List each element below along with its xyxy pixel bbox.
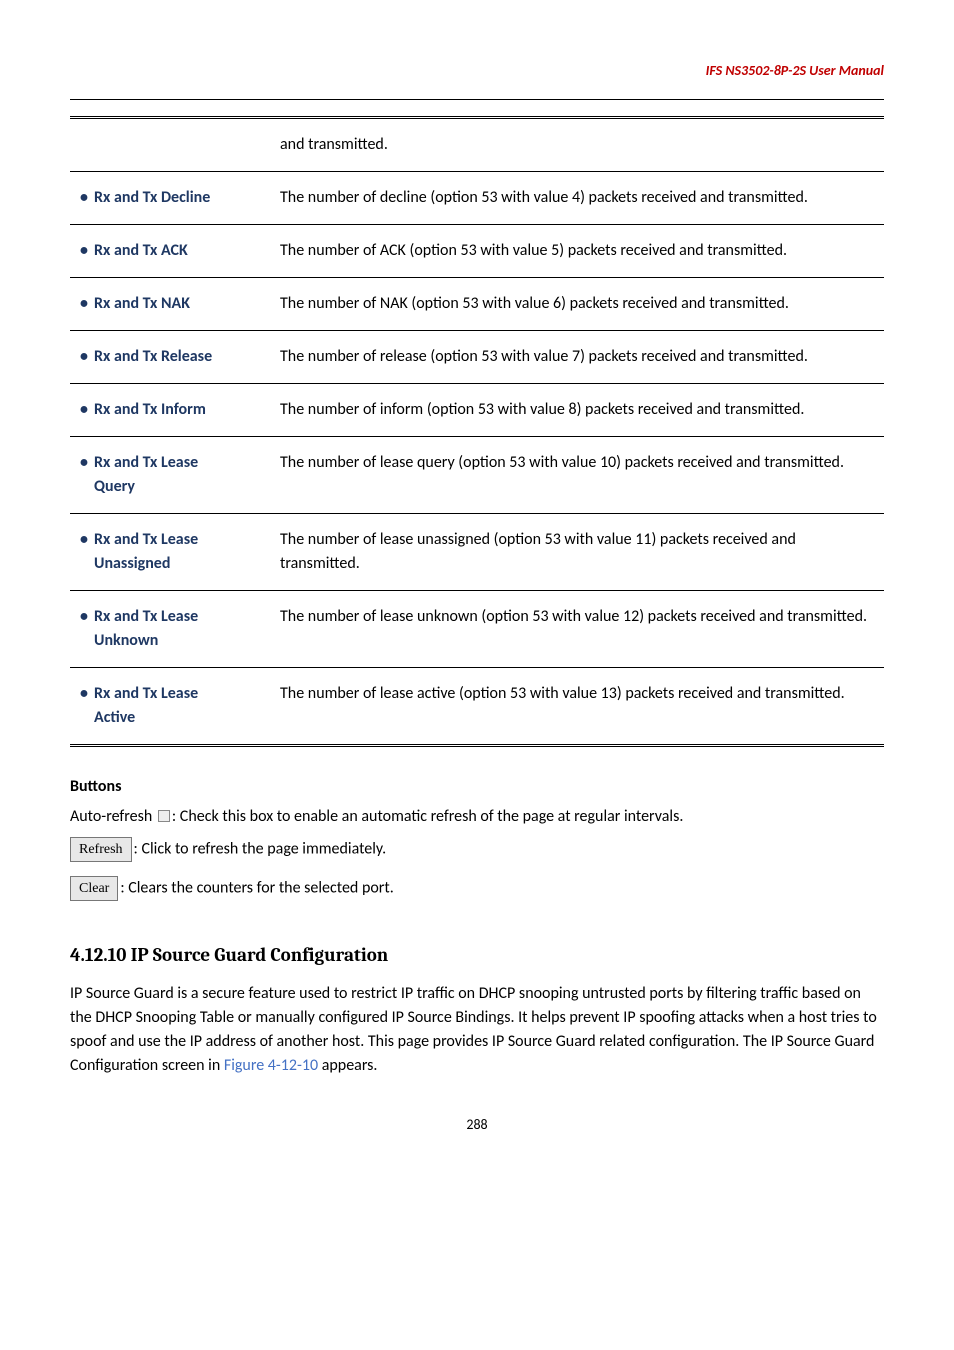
- param-label-line: Rx and Tx ACK: [94, 241, 188, 260]
- refresh-desc: : Click to refresh the page immediately.: [134, 839, 387, 858]
- param-label: •Rx and Tx LeaseQuery: [70, 437, 270, 514]
- refresh-line: Refresh: Click to refresh the page immed…: [70, 837, 884, 862]
- param-label: [70, 118, 270, 172]
- param-label: •Rx and Tx ACK: [70, 225, 270, 278]
- table-row: •Rx and Tx LeaseUnassigned The number of…: [70, 514, 884, 591]
- param-label: •Rx and Tx Decline: [70, 172, 270, 225]
- clear-desc: : Clears the counters for the selected p…: [120, 878, 393, 897]
- page-header: IFS NS3502-8P-2S User Manual: [70, 60, 884, 81]
- param-label: •Rx and Tx LeaseActive: [70, 668, 270, 746]
- table-row: •Rx and Tx Inform The number of inform (…: [70, 384, 884, 437]
- param-label: •Rx and Tx Release: [70, 331, 270, 384]
- param-label-line: Rx and Tx NAK: [94, 294, 190, 313]
- param-desc: The number of lease active (option 53 wi…: [270, 668, 884, 746]
- table-row: •Rx and Tx LeaseActive The number of lea…: [70, 668, 884, 746]
- param-label-line: Rx and Tx Lease: [94, 453, 198, 472]
- param-label: •Rx and Tx NAK: [70, 278, 270, 331]
- body-suffix: appears.: [318, 1056, 377, 1075]
- param-desc: The number of lease unknown (option 53 w…: [270, 591, 884, 668]
- param-label-line: Query: [80, 475, 260, 499]
- table-row: •Rx and Tx LeaseUnknown The number of le…: [70, 591, 884, 668]
- param-label: •Rx and Tx Inform: [70, 384, 270, 437]
- param-label-line: Rx and Tx Lease: [94, 607, 198, 626]
- param-label: •Rx and Tx LeaseUnassigned: [70, 514, 270, 591]
- refresh-button-img: Refresh: [70, 837, 132, 862]
- param-label: •Rx and Tx LeaseUnknown: [70, 591, 270, 668]
- param-desc: The number of lease unassigned (option 5…: [270, 514, 884, 591]
- buttons-section: Buttons Auto-refresh : Check this box to…: [70, 775, 884, 901]
- param-label-line: Unassigned: [80, 552, 260, 576]
- clear-line: Clear: Clears the counters for the selec…: [70, 876, 884, 901]
- clear-button-img: Clear: [70, 876, 118, 901]
- table-row: and transmitted.: [70, 118, 884, 172]
- param-label-line: Rx and Tx Decline: [94, 188, 210, 207]
- auto-refresh-suffix: : Check this box to enable an automatic …: [172, 807, 684, 826]
- param-label-line: Unknown: [80, 629, 260, 653]
- body-prefix: IP Source Guard is a secure feature used…: [70, 984, 877, 1075]
- table-row: •Rx and Tx Release The number of release…: [70, 331, 884, 384]
- buttons-heading: Buttons: [70, 775, 884, 799]
- param-desc: The number of release (option 53 with va…: [270, 331, 884, 384]
- param-label-line: Rx and Tx Lease: [94, 684, 198, 703]
- param-desc: The number of inform (option 53 with val…: [270, 384, 884, 437]
- table-row: •Rx and Tx LeaseQuery The number of leas…: [70, 437, 884, 514]
- param-desc: The number of lease query (option 53 wit…: [270, 437, 884, 514]
- table-row: •Rx and Tx NAK The number of NAK (option…: [70, 278, 884, 331]
- param-label-line: Rx and Tx Inform: [94, 400, 206, 419]
- param-label-line: Active: [80, 706, 260, 730]
- subsection-heading: 4.12.10 IP Source Guard Configuration: [70, 941, 884, 970]
- subsection-body: IP Source Guard is a secure feature used…: [70, 982, 884, 1078]
- param-desc: The number of NAK (option 53 with value …: [270, 278, 884, 331]
- auto-refresh-prefix: Auto-refresh: [70, 807, 156, 826]
- table-row: •Rx and Tx ACK The number of ACK (option…: [70, 225, 884, 278]
- parameter-table: and transmitted. •Rx and Tx Decline The …: [70, 116, 884, 747]
- page-number: 288: [70, 1114, 884, 1135]
- header-rule: [70, 99, 884, 100]
- param-desc: The number of decline (option 53 with va…: [270, 172, 884, 225]
- param-label-line: Rx and Tx Lease: [94, 530, 198, 549]
- auto-refresh-line: Auto-refresh : Check this box to enable …: [70, 805, 884, 829]
- param-desc: and transmitted.: [270, 118, 884, 172]
- param-desc: The number of ACK (option 53 with value …: [270, 225, 884, 278]
- figure-reference: Figure 4-12-10: [224, 1056, 318, 1075]
- table-row: •Rx and Tx Decline The number of decline…: [70, 172, 884, 225]
- checkbox-icon: [158, 810, 170, 822]
- param-label-line: Rx and Tx Release: [94, 347, 212, 366]
